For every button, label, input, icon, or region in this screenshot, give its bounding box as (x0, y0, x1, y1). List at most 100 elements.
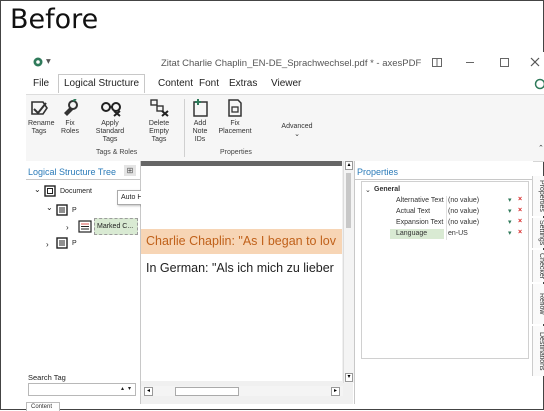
document-icon (44, 185, 56, 197)
apply-standard-tags-button[interactable]: Apply Standard Tags (88, 99, 134, 144)
tree-item-p-2[interactable]: P (72, 240, 77, 247)
expand-document-chevron-icon[interactable]: ⌄ (34, 185, 41, 194)
properties-column-divider (446, 196, 447, 240)
content-tab-label: Content (31, 404, 52, 410)
expand-p2-chevron-icon[interactable]: › (46, 240, 49, 249)
highlighted-line[interactable]: Charlie Chaplin: "As I began to lov (141, 229, 342, 254)
delete-empty-tags-label: Delete Empty Tags (142, 120, 176, 144)
scroll-down-icon[interactable]: ▾ (345, 373, 353, 382)
property-row[interactable]: Alternative Text (no value) ▾ × (390, 196, 527, 206)
fix-placement-button[interactable]: Fix Placement (216, 99, 254, 136)
paragraph-2-icon (56, 237, 68, 249)
search-up-icon[interactable]: ▴ (121, 385, 124, 392)
side-tab-properties[interactable]: Properties (532, 176, 544, 216)
scroll-up-icon[interactable]: ▴ (345, 161, 353, 170)
apply-standard-tags-label: Apply Standard Tags (88, 120, 132, 144)
menu-logical-structure[interactable]: Logical Structure (58, 74, 145, 93)
tree-item-document[interactable]: Document (60, 188, 92, 195)
window-title: Zitat Charlie Chaplin_EN-DE_Sprachwechse… (161, 58, 421, 69)
general-group-label: General (374, 186, 400, 193)
group-tags-roles-label: Tags & Roles (96, 149, 137, 156)
title-bar: ▾ Zitat Charlie Chaplin_EN-DE_Sprachwech… (26, 52, 544, 74)
property-value: en-US (448, 230, 468, 237)
add-note-ids-icon (191, 99, 211, 117)
advanced-button[interactable]: Advanced ⌄ (280, 123, 314, 139)
property-clear-icon[interactable]: × (518, 229, 522, 236)
fix-placement-icon (225, 99, 245, 117)
side-tab-checker[interactable]: Checker (532, 250, 544, 282)
search-tag-input[interactable]: ▴ ▾ (28, 383, 136, 396)
property-row-selected[interactable]: Language en-US ▾ × (390, 229, 527, 239)
app-logo-icon[interactable] (32, 56, 44, 68)
page-body: In German: "Als ich mich zu lieber (141, 254, 342, 381)
marked-content-label: Marked C... (97, 223, 133, 230)
layout-icon[interactable] (432, 58, 442, 67)
search-tag-label: Search Tag (28, 373, 66, 382)
menu-content[interactable]: Content (158, 78, 193, 89)
vertical-scrollbar[interactable]: ▴ ▾ (343, 161, 354, 383)
document-view: Charlie Chaplin: "As I began to lov In G… (141, 161, 353, 404)
tree-item-p[interactable]: P (72, 207, 77, 214)
ribbon-separator (184, 99, 185, 157)
scroll-right-icon[interactable]: ▸ (331, 387, 340, 396)
paragraph-icon (56, 204, 68, 216)
document-line-2: In German: "Als ich mich zu lieber (146, 261, 334, 275)
vertical-scroll-thumb[interactable] (346, 173, 351, 228)
horizontal-scrollbar[interactable]: ◂ ▸ (141, 386, 343, 396)
page-margin (141, 166, 342, 229)
menu-bar: File Logical Structure Content Font Extr… (26, 74, 544, 94)
expand-p-chevron-icon[interactable]: ⌄ (46, 203, 53, 212)
properties-divider (355, 179, 533, 180)
side-tab-reflow[interactable]: Reflow (532, 284, 544, 324)
properties-title: Properties (357, 167, 398, 177)
fix-placement-label: Fix Placement (216, 120, 254, 136)
expand-marked-chevron-icon[interactable]: › (66, 223, 69, 232)
side-tab-destinations[interactable]: Destinations (532, 326, 544, 376)
pin-icon[interactable]: ⊞ (124, 165, 136, 176)
help-icon[interactable] (534, 78, 544, 90)
fix-roles-button[interactable]: Fix Roles (56, 99, 84, 136)
property-row[interactable]: Actual Text (no value) ▾ × (390, 207, 527, 217)
tree-item-marked-content[interactable]: Marked C... (94, 218, 138, 235)
delete-empty-tags-button[interactable]: Delete Empty Tags (142, 99, 176, 144)
properties-panel: Properties ⌄ General Alternative Text (n… (354, 161, 533, 404)
general-collapse-chevron-icon[interactable]: ⌄ (365, 186, 371, 194)
property-dropdown-icon[interactable]: ▾ (508, 229, 512, 237)
ribbon: Rename Tags Fix Roles Apply Standard Tag… (26, 94, 544, 162)
rename-tags-label: Rename Tags (28, 120, 50, 136)
property-dropdown-icon[interactable]: ▾ (508, 218, 512, 226)
property-dropdown-icon[interactable]: ▾ (508, 207, 512, 215)
app-menu-chevron-icon[interactable]: ▾ (46, 56, 51, 67)
menu-font[interactable]: Font (199, 78, 219, 89)
horizontal-scroll-thumb[interactable] (175, 387, 239, 396)
scroll-left-icon[interactable]: ◂ (144, 387, 153, 396)
property-label: Expansion Text (396, 219, 443, 226)
minimize-button[interactable] (466, 62, 474, 63)
document-line-1: Charlie Chaplin: "As I began to lov (146, 234, 336, 248)
maximize-button[interactable] (500, 58, 509, 67)
tree-panel-divider (26, 179, 140, 180)
tree-panel-title: Logical Structure Tree (28, 167, 116, 177)
property-clear-icon[interactable]: × (518, 196, 522, 203)
property-row[interactable]: Expansion Text (no value) ▾ × (390, 218, 527, 228)
close-icon[interactable] (530, 57, 540, 67)
property-value: (no value) (448, 219, 479, 226)
property-clear-icon[interactable]: × (518, 207, 522, 214)
property-clear-icon[interactable]: × (518, 218, 522, 225)
rename-tags-icon (29, 99, 49, 117)
side-tab-settings[interactable]: Settings (532, 218, 544, 248)
advanced-label: Advanced (280, 123, 314, 131)
ribbon-collapse-icon[interactable]: ⌃ (538, 145, 544, 153)
fix-roles-icon (60, 99, 80, 117)
marked-content-icon (78, 220, 92, 233)
rename-tags-button[interactable]: Rename Tags (26, 99, 52, 136)
search-down-icon[interactable]: ▾ (128, 385, 131, 392)
menu-file[interactable]: File (33, 78, 49, 89)
menu-extras[interactable]: Extras (229, 78, 257, 89)
menu-viewer[interactable]: Viewer (271, 78, 301, 89)
property-label: Actual Text (396, 208, 430, 215)
property-dropdown-icon[interactable]: ▾ (508, 196, 512, 204)
property-value: (no value) (448, 197, 479, 204)
add-note-ids-button[interactable]: Add Note IDs (188, 99, 214, 144)
apply-standard-tags-icon (100, 99, 122, 117)
